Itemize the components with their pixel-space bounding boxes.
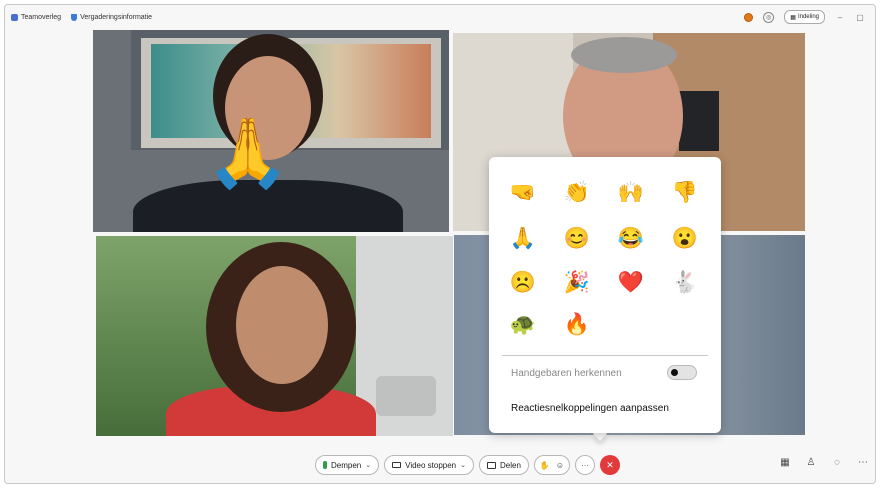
share-label: Delen [500,460,521,470]
fire-emoji[interactable]: 🔥 [563,311,591,339]
thumbs-down-emoji[interactable]: 👎 [671,179,699,207]
meeting-info-label: Vergaderingsinformatie [80,13,153,21]
reactions-group: ✋ ☺ [533,455,571,475]
meeting-info-button[interactable]: Vergaderingsinformatie [71,13,153,21]
rabbit-emoji[interactable]: 🐇 [671,269,699,297]
celebrating-hands-emoji[interactable]: 🙌 [617,179,645,207]
app-name: Teamoverleg [21,13,62,21]
praying-hands-reaction: 🙏 [205,115,291,191]
share-screen-icon [487,461,497,469]
folded-hands-emoji[interactable]: 🙏 [509,225,537,253]
smiling-face-emoji[interactable]: 😊 [563,225,591,253]
layout-button[interactable]: ▦ Indeling [784,10,825,24]
popup-divider [502,355,708,356]
toggle-knob [671,369,678,376]
heart-emoji[interactable]: ❤️ [617,269,645,297]
stop-video-button[interactable]: Video stoppen ⌄ [384,455,475,475]
more-icon[interactable]: ⋯ [857,457,869,468]
chevron-down-icon[interactable]: ⌄ [365,461,371,469]
sad-face-emoji[interactable]: ☹️ [509,269,537,297]
restore-button[interactable]: ▢ [855,13,865,22]
raise-hand-icon[interactable]: ✋ [540,461,550,470]
raised-fist-emoji[interactable]: 🤜 [509,179,537,207]
end-call-button[interactable]: ✕ [600,455,621,475]
participant-hair [571,37,677,73]
app-title[interactable]: Teamoverleg [11,13,62,21]
title-bar: Teamoverleg Vergaderingsinformatie ◎ ▦ I… [5,5,875,29]
customize-reactions-link[interactable]: Reactiesnelkoppelingen aanpassen [511,403,669,414]
shield-icon [71,13,78,21]
side-tools: ▦ ♙ ◌ ⋯ [779,457,869,468]
gesture-recognition-label: Handgebaren herkennen [511,368,622,379]
meeting-window: Teamoverleg Vergaderingsinformatie ◎ ▦ I… [4,4,876,484]
reactions-icon[interactable]: ☺ [556,461,564,470]
video-label: Video stoppen [405,460,457,470]
microphone-icon [323,461,327,469]
status-icon[interactable] [744,12,754,22]
minimize-button[interactable]: – [835,13,845,22]
wall-screen [679,91,719,151]
surprised-face-emoji[interactable]: 😮 [671,225,699,253]
mute-button[interactable]: Dempen ⌄ [315,455,380,475]
layout-label: Indeling [797,14,819,20]
participants-icon[interactable]: ♙ [805,457,817,468]
clapping-hands-emoji[interactable]: 👏 [563,179,591,207]
grid-icon: ▦ [790,14,796,21]
participant-face [236,266,328,384]
cushion [376,376,436,416]
mute-label: Dempen [331,460,362,470]
participant-video-3[interactable] [96,236,453,436]
webex-app-icon [11,13,18,21]
chat-icon[interactable]: ◌ [831,457,843,468]
turtle-emoji[interactable]: 🐢 [509,311,537,339]
party-popper-emoji[interactable]: 🎉 [563,269,591,297]
gesture-recognition-toggle[interactable] [667,365,697,380]
chevron-down-icon[interactable]: ⌄ [460,461,466,469]
more-options-button[interactable]: ··· [575,455,596,475]
share-button[interactable]: Delen [479,455,529,475]
participant-video-1[interactable]: 🙏 [93,30,449,232]
reactions-popup: 🤜 👏 🙌 👎 🙏 😊 😂 😮 ☹️ 🎉 ❤️ 🐇 🐢 🔥 Handgebare… [489,157,721,433]
meeting-controls: Dempen ⌄ Video stoppen ⌄ Delen ✋ ☺ ··· ✕ [315,455,621,475]
apps-icon[interactable]: ▦ [779,457,791,468]
laughing-face-emoji[interactable]: 😂 [617,225,645,253]
camera-icon [392,462,402,468]
settings-icon[interactable]: ◎ [763,11,775,23]
